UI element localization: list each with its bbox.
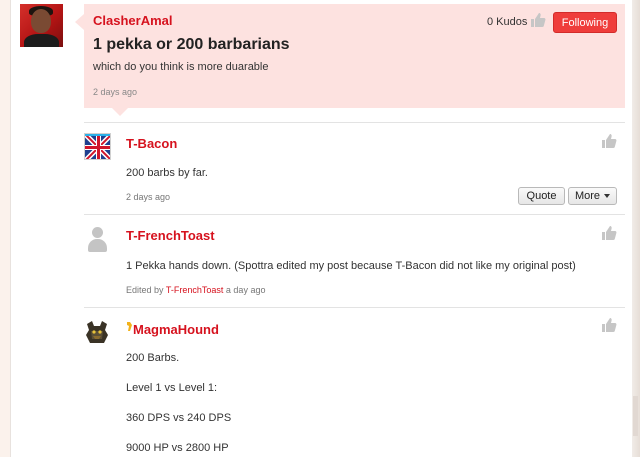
reply-timestamp: 2 days ago: [126, 192, 171, 202]
reply-text: 200 barbs by far.: [126, 167, 208, 179]
reply-author-link[interactable]: T-FrenchToast: [126, 228, 215, 243]
caret-down-icon: [604, 194, 611, 198]
following-button[interactable]: Following: [553, 12, 617, 33]
divider: [84, 307, 625, 308]
divider: [84, 122, 625, 123]
thumbs-up-icon[interactable]: [601, 225, 617, 241]
edited-time: a day ago: [225, 285, 266, 295]
op-author-link[interactable]: ClasherAmal: [93, 13, 172, 28]
more-button[interactable]: More: [568, 187, 617, 205]
op-body-text: which do you think is more duarable: [93, 61, 269, 73]
reply-line: Level 1 vs Level 1:: [126, 382, 218, 394]
rank-icon: [127, 322, 132, 331]
thumbs-up-icon[interactable]: [601, 133, 617, 149]
magmahound-avatar[interactable]: [84, 319, 110, 345]
edited-note: Edited by T-FrenchToast a day ago: [126, 285, 265, 295]
op-timestamp: 2 days ago: [93, 87, 138, 97]
thumbs-up-icon[interactable]: [530, 12, 546, 28]
user-icon: [92, 227, 103, 238]
reply-line: 9000 HP vs 2800 HP: [126, 442, 229, 454]
reply-text: 1 Pekka hands down. (Spottra edited my p…: [126, 260, 576, 272]
more-label: More: [574, 190, 601, 202]
reply-author-link[interactable]: MagmaHound: [133, 322, 219, 337]
reply-line: 200 Barbs.: [126, 352, 180, 364]
flag-icon: [85, 134, 110, 159]
reply-line: 360 DPS vs 240 DPS: [126, 412, 232, 424]
scrollbar[interactable]: [633, 396, 638, 436]
divider: [84, 214, 625, 215]
reply-author-link[interactable]: T-Bacon: [126, 136, 177, 151]
op-pointer: [112, 108, 128, 116]
t-bacon-avatar[interactable]: [84, 133, 111, 160]
thumbs-up-icon[interactable]: [601, 317, 617, 333]
edited-prefix: Edited by: [126, 285, 164, 295]
window-edge: [632, 0, 640, 457]
edited-by-link[interactable]: T-FrenchToast: [166, 285, 224, 295]
original-post: ClasherAmal 1 pekka or 200 barbarians wh…: [75, 4, 625, 108]
op-avatar[interactable]: [20, 4, 63, 47]
t-frenchtoast-avatar[interactable]: [84, 225, 111, 252]
quote-button[interactable]: Quote: [518, 187, 565, 205]
kudos-count: 0 Kudos: [487, 16, 528, 28]
thread-title: 1 pekka or 200 barbarians: [93, 36, 290, 53]
